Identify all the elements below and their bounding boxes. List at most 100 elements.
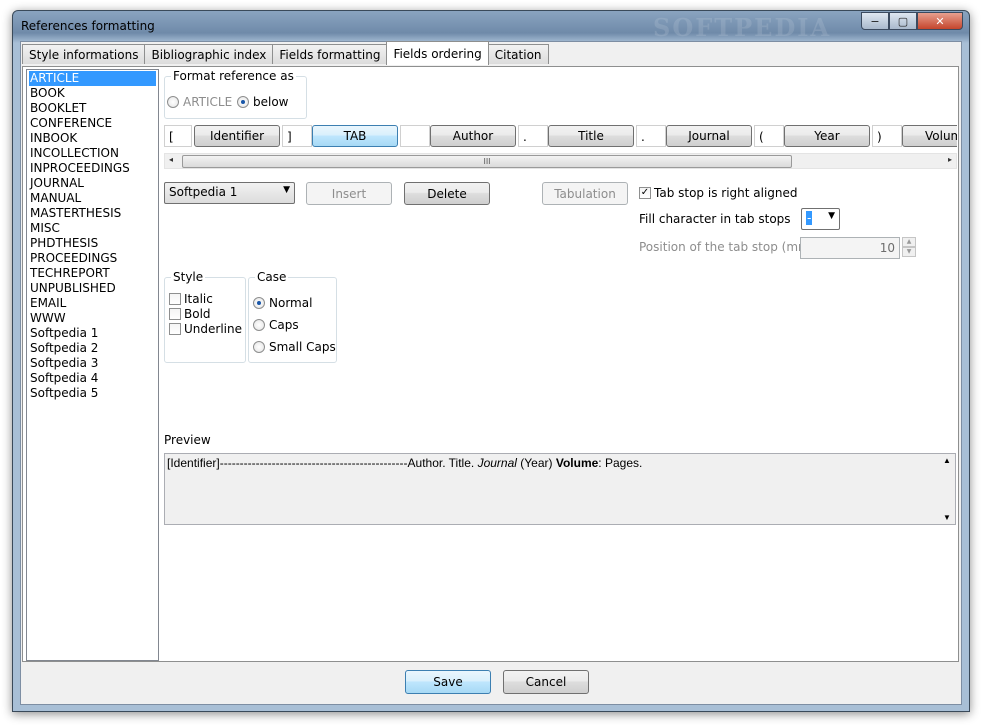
entry-type-item[interactable]: JOURNAL xyxy=(29,176,156,191)
italic-checkbox[interactable]: Italic xyxy=(169,291,213,306)
entry-type-item[interactable]: EMAIL xyxy=(29,296,156,311)
tab-strip: Style informations Bibliographic index F… xyxy=(22,41,549,65)
style-legend: Style xyxy=(171,270,206,284)
tab-fields-ordering[interactable]: Fields ordering xyxy=(386,41,489,65)
separator-field[interactable]: . xyxy=(518,125,548,147)
field-year-button[interactable]: Year xyxy=(784,125,870,147)
field-title-button[interactable]: Title xyxy=(548,125,634,147)
tab-bibliographic-index[interactable]: Bibliographic index xyxy=(144,44,274,64)
preview-scrollbar[interactable]: ▲ ▼ xyxy=(939,454,955,524)
entry-type-list[interactable]: ARTICLE BOOK BOOKLET CONFERENCE INBOOK INCOLL… xyxy=(26,69,159,661)
checkbox-icon xyxy=(169,307,181,320)
maximize-button[interactable]: ▢ xyxy=(889,12,917,30)
tab-stop-position-input[interactable]: 10 xyxy=(800,237,900,259)
entry-type-item[interactable]: BOOKLET xyxy=(29,101,156,116)
tab-stop-right-aligned-checkbox[interactable]: ✓ Tab stop is right aligned xyxy=(639,185,798,200)
bold-checkbox[interactable]: Bold xyxy=(169,306,211,321)
tabulation-button[interactable]: Tabulation xyxy=(542,182,628,205)
entry-type-item[interactable]: PHDTHESIS xyxy=(29,236,156,251)
window-controls: − ▢ ✕ xyxy=(861,12,963,30)
entry-type-item[interactable]: INBOOK xyxy=(29,131,156,146)
entry-type-item[interactable]: CONFERENCE xyxy=(29,116,156,131)
checkbox-checked-icon: ✓ xyxy=(639,186,651,199)
field-author-button[interactable]: Author xyxy=(430,125,516,147)
scroll-up-icon[interactable]: ▲ xyxy=(943,456,951,465)
minimize-button[interactable]: − xyxy=(861,12,889,30)
preview-pages: : Pages. xyxy=(598,456,643,470)
field-volume-button[interactable]: Volum xyxy=(902,125,957,147)
format-reference-group: Format reference as ARTICLE below xyxy=(164,69,307,119)
entry-type-item[interactable]: MANUAL xyxy=(29,191,156,206)
entry-type-item[interactable]: Softpedia 4 xyxy=(29,371,156,386)
close-button[interactable]: ✕ xyxy=(917,12,963,30)
field-sequence-scrollbar[interactable]: ◂ III ▸ xyxy=(164,153,957,169)
tab-citation[interactable]: Citation xyxy=(487,44,549,64)
separator-field[interactable]: . xyxy=(636,125,666,147)
watermark: SOFTPEDIA xyxy=(653,13,832,42)
scroll-left-icon[interactable]: ◂ xyxy=(169,155,173,164)
scroll-right-icon[interactable]: ▸ xyxy=(948,155,952,164)
entry-type-item[interactable]: INPROCEEDINGS xyxy=(29,161,156,176)
field-tab-button[interactable]: TAB xyxy=(312,125,398,147)
maximize-icon: ▢ xyxy=(897,14,909,28)
format-as-type-radio[interactable]: ARTICLE xyxy=(167,95,232,109)
entry-type-item[interactable]: Softpedia 5 xyxy=(29,386,156,401)
preview-journal: Journal xyxy=(477,456,517,470)
radio-icon xyxy=(167,96,179,108)
format-as-type-label: ARTICLE xyxy=(183,95,233,109)
checkbox-icon xyxy=(169,292,181,305)
cancel-button[interactable]: Cancel xyxy=(503,670,589,694)
format-as-below-radio[interactable]: below xyxy=(237,95,289,109)
chevron-down-icon: ▼ xyxy=(283,185,290,195)
radio-selected-icon xyxy=(253,297,265,309)
separator-field[interactable] xyxy=(400,125,430,147)
entry-type-item[interactable]: PROCEEDINGS xyxy=(29,251,156,266)
underline-checkbox[interactable]: Underline xyxy=(169,321,242,336)
case-small-caps-radio[interactable]: Small Caps xyxy=(253,340,336,354)
dialog-footer: Save Cancel xyxy=(21,664,961,704)
separator-field[interactable]: ] xyxy=(282,125,312,147)
title-bar[interactable]: References formatting SOFTPEDIA − ▢ ✕ xyxy=(13,11,969,42)
field-select-dropdown[interactable]: Softpedia 1 ▼ xyxy=(164,182,295,204)
bold-label: Bold xyxy=(184,306,211,321)
entry-type-item[interactable]: Softpedia 3 xyxy=(29,356,156,371)
preview-leader: ----------------------------------------… xyxy=(219,456,408,470)
case-legend: Case xyxy=(255,270,289,284)
field-identifier-button[interactable]: Identifier xyxy=(194,125,280,147)
entry-type-item[interactable]: MISC xyxy=(29,221,156,236)
scroll-thumb[interactable]: III xyxy=(182,155,792,168)
spin-up-icon[interactable]: ▲ xyxy=(902,237,916,247)
tab-style-informations[interactable]: Style informations xyxy=(22,44,146,64)
entry-type-item[interactable]: Softpedia 2 xyxy=(29,341,156,356)
preview-box: [Identifier]----------------------------… xyxy=(164,453,956,525)
style-group: Style Italic Bold Underline xyxy=(164,270,246,363)
entry-type-item[interactable]: BOOK xyxy=(29,86,156,101)
entry-type-item[interactable]: Softpedia 1 xyxy=(29,326,156,341)
separator-field[interactable]: [ xyxy=(164,125,192,147)
fill-character-label: Fill character in tab stops xyxy=(639,212,791,226)
case-caps-radio[interactable]: Caps xyxy=(253,318,299,332)
insert-button[interactable]: Insert xyxy=(306,182,392,205)
separator-field[interactable]: ( xyxy=(754,125,784,147)
spin-down-icon[interactable]: ▼ xyxy=(902,247,916,257)
tab-fields-formatting[interactable]: Fields formatting xyxy=(272,44,388,64)
delete-button[interactable]: Delete xyxy=(404,182,490,205)
entry-type-item[interactable]: MASTERTHESIS xyxy=(29,206,156,221)
entry-type-item[interactable]: INCOLLECTION xyxy=(29,146,156,161)
close-icon: ✕ xyxy=(935,14,945,28)
entry-type-item[interactable]: ARTICLE xyxy=(29,71,156,86)
fill-character-value: - xyxy=(806,211,813,225)
case-normal-radio[interactable]: Normal xyxy=(253,296,312,310)
entry-type-item[interactable]: UNPUBLISHED xyxy=(29,281,156,296)
tab-stop-position-label: Position of the tab stop (mm) xyxy=(639,240,815,254)
entry-type-item[interactable]: TECHREPORT xyxy=(29,266,156,281)
case-group: Case Normal Caps Small Caps xyxy=(248,270,337,363)
entry-type-item[interactable]: WWW xyxy=(29,311,156,326)
field-journal-button[interactable]: Journal xyxy=(666,125,752,147)
save-button[interactable]: Save xyxy=(405,670,491,694)
separator-field[interactable]: ) xyxy=(872,125,902,147)
scroll-down-icon[interactable]: ▼ xyxy=(943,513,951,522)
tab-stop-position-spinner[interactable]: ▲ ▼ xyxy=(902,237,916,257)
italic-label: Italic xyxy=(184,291,213,306)
fill-character-dropdown[interactable]: - ▼ xyxy=(801,208,840,230)
